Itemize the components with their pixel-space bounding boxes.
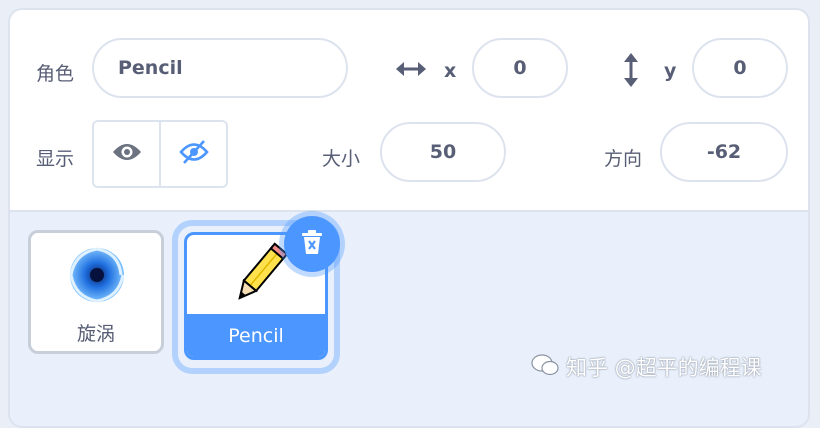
trash-icon <box>299 228 325 260</box>
y-input[interactable]: 0 <box>692 38 788 98</box>
size-input[interactable]: 50 <box>380 122 506 182</box>
sprite-name-pencil: Pencil <box>187 314 325 357</box>
sprite-list: 旋涡 Pencil <box>10 212 808 412</box>
eye-icon <box>112 142 142 166</box>
direction-input[interactable]: -62 <box>660 122 788 182</box>
sprite-tile-vortex[interactable]: 旋涡 <box>28 230 164 354</box>
size-label: 大小 <box>322 148 361 170</box>
vortex-icon <box>67 245 127 309</box>
sprite-name-input[interactable]: Pencil <box>92 38 348 98</box>
sprite-label: 角色 <box>36 63 75 85</box>
visibility-toggle <box>92 120 228 188</box>
pencil-icon <box>227 241 291 313</box>
hide-sprite-button[interactable] <box>159 122 226 186</box>
y-label: y <box>664 60 677 82</box>
horizontal-arrows-icon <box>394 58 428 84</box>
show-label: 显示 <box>36 148 75 170</box>
watermark-text: 知乎 @超平的编程课 <box>566 356 762 380</box>
show-sprite-button[interactable] <box>94 122 159 186</box>
x-label: x <box>444 60 457 82</box>
delete-sprite-button[interactable] <box>284 216 340 272</box>
eye-slash-icon <box>178 139 210 169</box>
watermark: 知乎 @超平的编程课 <box>530 352 762 382</box>
wechat-icon <box>530 353 560 382</box>
vertical-arrows-icon <box>620 52 642 92</box>
sprite-name-vortex: 旋涡 <box>76 323 115 345</box>
direction-label: 方向 <box>604 148 643 170</box>
x-input[interactable]: 0 <box>472 38 568 98</box>
sprite-info-pane: 角色 Pencil x 0 y 0 显示 大小 50 方向 -62 <box>10 10 808 212</box>
